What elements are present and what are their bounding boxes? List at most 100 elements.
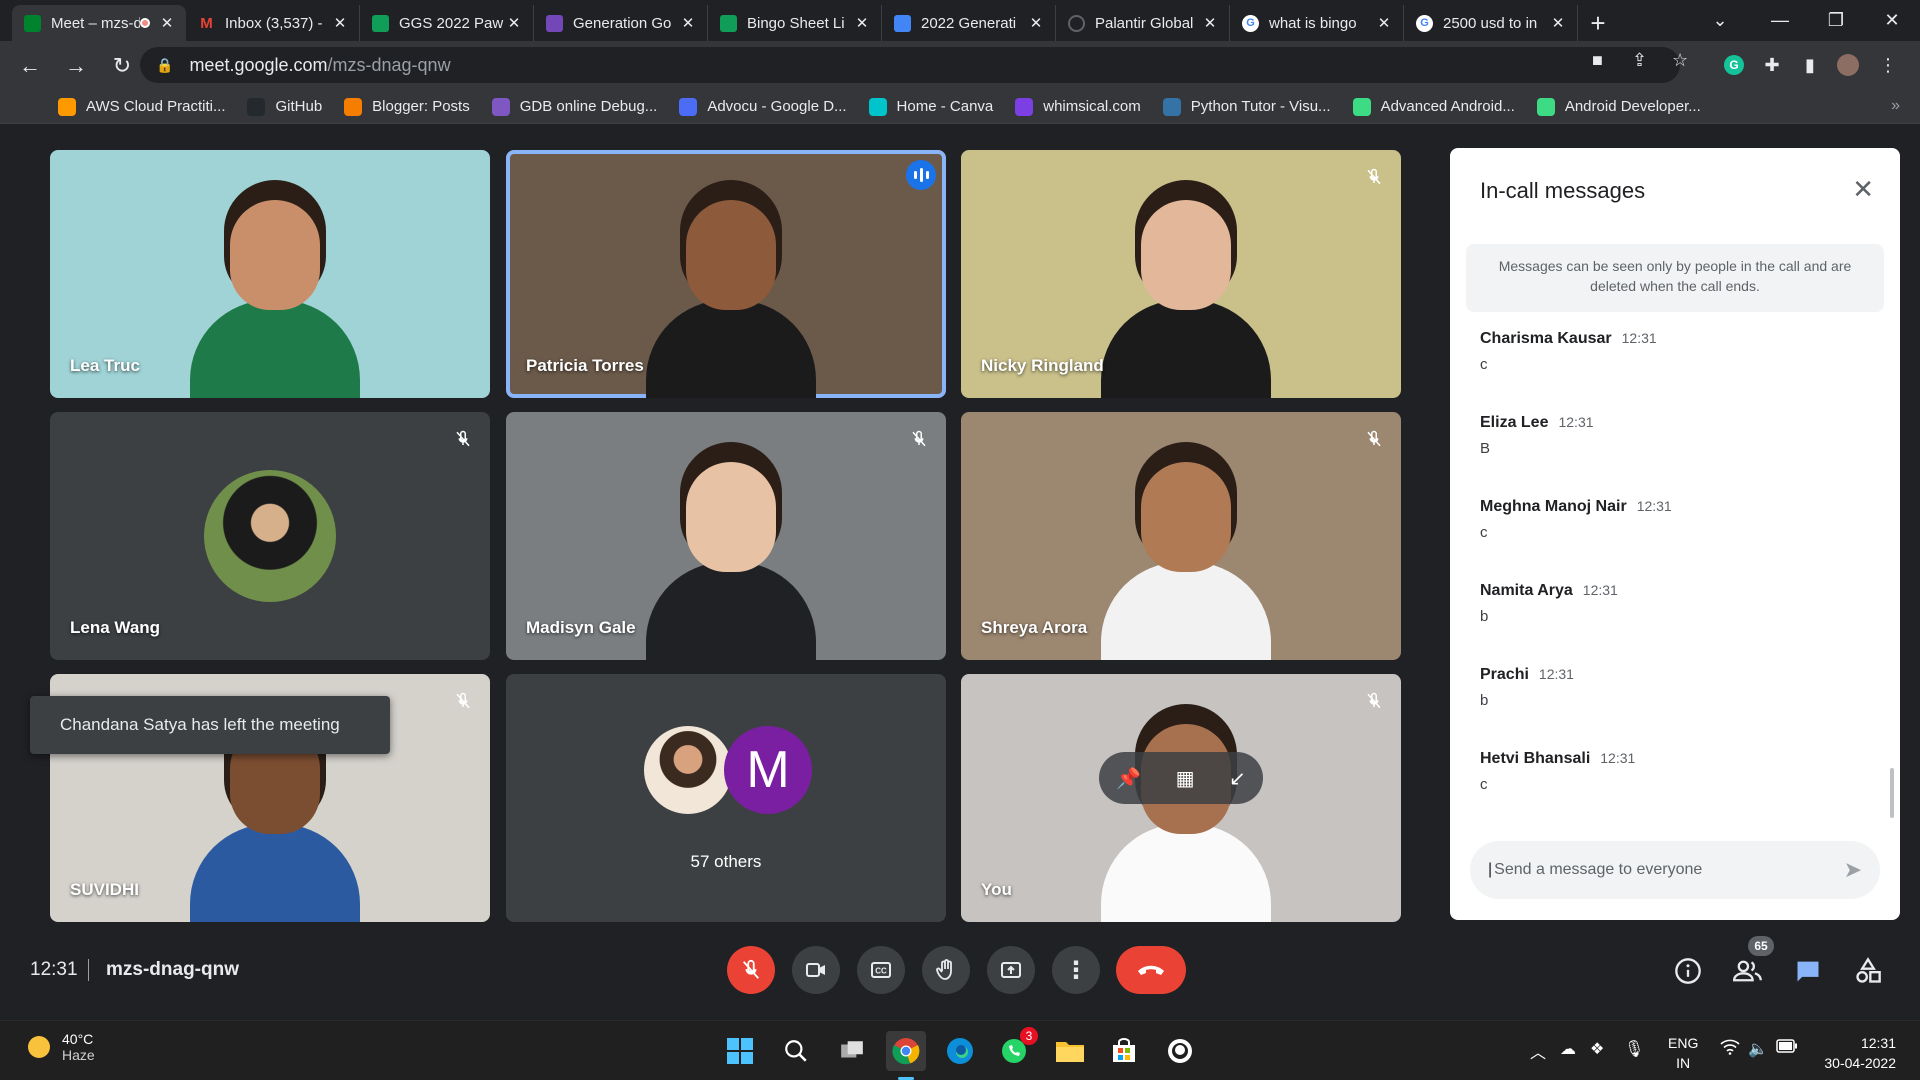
minimize-self-view-icon[interactable]: ↙ bbox=[1229, 766, 1246, 791]
extensions-puzzle-icon[interactable]: ✚ bbox=[1760, 53, 1784, 77]
participant-tile[interactable]: Madisyn Gale bbox=[506, 412, 946, 660]
browser-tab[interactable]: Palantir Global ✕ bbox=[1056, 5, 1230, 41]
close-tab-icon[interactable]: ✕ bbox=[853, 14, 871, 32]
bookmark-favicon-icon bbox=[58, 97, 76, 116]
browser-tab[interactable]: M Inbox (3,537) - ✕ bbox=[186, 5, 360, 41]
browser-tab[interactable]: Bingo Sheet Li ✕ bbox=[708, 5, 882, 41]
address-bar[interactable]: 🔒 meet.google.com/mzs-dnag-qnw bbox=[140, 47, 1680, 83]
bookmark-item[interactable]: Advocu - Google D... bbox=[679, 97, 847, 116]
present-screen-button[interactable] bbox=[987, 946, 1035, 994]
bookmark-favicon-icon bbox=[1536, 97, 1555, 116]
restore-icon[interactable]: ❐ bbox=[1808, 0, 1864, 40]
bookmark-item[interactable]: whimsical.com bbox=[1015, 97, 1141, 116]
meeting-details-icon[interactable] bbox=[1672, 955, 1704, 987]
bookmark-star-icon[interactable]: ☆ bbox=[1672, 50, 1688, 71]
task-view-icon[interactable] bbox=[832, 1031, 872, 1071]
participant-tile[interactable]: Lena Wang bbox=[50, 412, 490, 660]
battery-icon[interactable] bbox=[1776, 1039, 1798, 1058]
chrome-menu-icon[interactable]: ⋮ bbox=[1876, 53, 1900, 77]
mic-off-icon bbox=[450, 688, 476, 714]
edge-icon[interactable] bbox=[940, 1031, 980, 1071]
forward-icon[interactable]: → bbox=[56, 46, 96, 86]
participant-tile[interactable]: Nicky Ringland bbox=[961, 150, 1401, 398]
bookmark-item[interactable]: Home - Canva bbox=[868, 97, 993, 116]
dropbox-icon[interactable]: ❖ bbox=[1590, 1039, 1604, 1059]
message-input[interactable]: | Send a message to everyone ➤ bbox=[1470, 841, 1880, 899]
participant-tile[interactable]: You 📌 ▦ ↙ bbox=[961, 674, 1401, 922]
bookmark-item[interactable]: Android Developer... bbox=[1536, 97, 1701, 116]
people-icon[interactable] bbox=[1732, 955, 1764, 987]
wifi-icon[interactable] bbox=[1720, 1039, 1740, 1060]
close-tab-icon[interactable]: ✕ bbox=[1027, 14, 1045, 32]
leave-call-button[interactable] bbox=[1116, 946, 1186, 994]
message-time: 12:31 bbox=[1636, 498, 1672, 514]
close-tab-icon[interactable]: ✕ bbox=[1201, 14, 1219, 32]
start-icon[interactable] bbox=[720, 1031, 760, 1071]
mic-off-button[interactable] bbox=[727, 946, 775, 994]
remove-tile-icon[interactable]: ▦ bbox=[1176, 766, 1195, 791]
chrome-taskbar-icon[interactable] bbox=[886, 1031, 926, 1071]
messages-notice: Messages can be seen only by people in t… bbox=[1466, 244, 1884, 312]
captions-button[interactable]: CC bbox=[857, 946, 905, 994]
bookmark-item[interactable]: AWS Cloud Practiti... bbox=[58, 97, 225, 116]
close-tab-icon[interactable]: ✕ bbox=[679, 14, 697, 32]
camera-button[interactable] bbox=[792, 946, 840, 994]
close-tab-icon[interactable]: ✕ bbox=[331, 14, 349, 32]
participant-left-toast: Chandana Satya has left the meeting bbox=[30, 696, 390, 754]
browser-tab[interactable]: G 2500 usd to in ✕ bbox=[1404, 5, 1578, 41]
minimize-icon[interactable]: — bbox=[1752, 0, 1808, 40]
close-tab-icon[interactable]: ✕ bbox=[505, 14, 523, 32]
close-window-icon[interactable]: ✕ bbox=[1864, 0, 1920, 40]
new-tab-button[interactable]: + bbox=[1578, 5, 1618, 41]
volume-icon[interactable]: 🔈 bbox=[1748, 1039, 1768, 1059]
browser-tab[interactable]: Generation Go ✕ bbox=[534, 5, 708, 41]
camera-in-use-icon[interactable]: ■ bbox=[1592, 50, 1603, 71]
more-bookmarks-icon[interactable]: » bbox=[1891, 97, 1900, 115]
back-icon[interactable]: ← bbox=[10, 46, 50, 86]
close-tab-icon[interactable]: ✕ bbox=[1375, 14, 1393, 32]
browser-tab[interactable]: Gwhat is bingo ✕ bbox=[1230, 5, 1404, 41]
more-options-button[interactable]: ⋮ bbox=[1052, 946, 1100, 994]
browser-tab[interactable]: GGS 2022 Paw ✕ bbox=[360, 5, 534, 41]
system-clock[interactable]: 12:31 30-04-2022 bbox=[1824, 1033, 1896, 1073]
whatsapp-icon[interactable]: 3 bbox=[994, 1027, 1038, 1071]
bookmark-item[interactable]: GDB online Debug... bbox=[491, 97, 657, 116]
pin-icon[interactable]: 📌 bbox=[1116, 766, 1141, 791]
participant-tile[interactable]: Lea Truc bbox=[50, 150, 490, 398]
gmail-icon: M bbox=[200, 14, 213, 32]
profile-avatar[interactable] bbox=[1836, 53, 1860, 77]
browser-tab[interactable]: Meet – mzs-dnag-qnw ✕ bbox=[12, 5, 186, 41]
side-panel-icon[interactable]: ▮ bbox=[1798, 53, 1822, 77]
bookmarks-bar: AWS Cloud Practiti... GitHub Blogger: Post… bbox=[0, 90, 1920, 124]
github-desktop-icon[interactable] bbox=[1160, 1031, 1200, 1071]
bookmark-item[interactable]: Python Tutor - Visu... bbox=[1162, 97, 1331, 116]
close-tab-icon[interactable]: ✕ bbox=[158, 14, 176, 32]
share-icon[interactable]: ⇪ bbox=[1632, 50, 1647, 71]
show-hidden-icons-icon[interactable]: ︿ bbox=[1530, 1039, 1546, 1063]
bookmark-item[interactable]: Advanced Android... bbox=[1352, 97, 1515, 116]
send-icon[interactable]: ➤ bbox=[1844, 857, 1862, 883]
participant-tile[interactable]: M 57 others bbox=[506, 674, 946, 922]
microsoft-store-icon[interactable] bbox=[1104, 1031, 1144, 1071]
file-explorer-icon[interactable] bbox=[1050, 1031, 1090, 1071]
tab-search-icon[interactable]: ⌄ bbox=[1692, 0, 1748, 40]
participant-tile[interactable]: Patricia Torres bbox=[506, 150, 946, 398]
participant-tile[interactable]: Shreya Arora bbox=[961, 412, 1401, 660]
browser-tab[interactable]: 2022 Generati ✕ bbox=[882, 5, 1056, 41]
chat-message: Hetvi Bhansali 12:31 c bbox=[1480, 750, 1635, 793]
activities-icon[interactable] bbox=[1852, 955, 1884, 987]
reload-icon[interactable]: ↻ bbox=[102, 46, 142, 86]
close-tab-icon[interactable]: ✕ bbox=[1549, 14, 1567, 32]
grammarly-extension-icon[interactable]: G bbox=[1722, 53, 1746, 77]
message-scrollbar[interactable] bbox=[1890, 768, 1894, 818]
bookmark-item[interactable]: Blogger: Posts bbox=[344, 97, 470, 116]
bookmark-item[interactable]: GitHub bbox=[247, 97, 322, 116]
raise-hand-button[interactable] bbox=[922, 946, 970, 994]
chat-icon[interactable] bbox=[1792, 955, 1824, 987]
onedrive-status-icon[interactable]: ☁ bbox=[1560, 1039, 1576, 1059]
search-icon[interactable] bbox=[776, 1031, 816, 1071]
input-language[interactable]: ENG IN bbox=[1668, 1033, 1698, 1073]
close-panel-icon[interactable]: ✕ bbox=[1852, 174, 1874, 205]
weather-widget[interactable]: 40°C Haze bbox=[28, 1031, 95, 1063]
microphone-in-use-icon[interactable]: 🎙 bbox=[1624, 1039, 1644, 1059]
